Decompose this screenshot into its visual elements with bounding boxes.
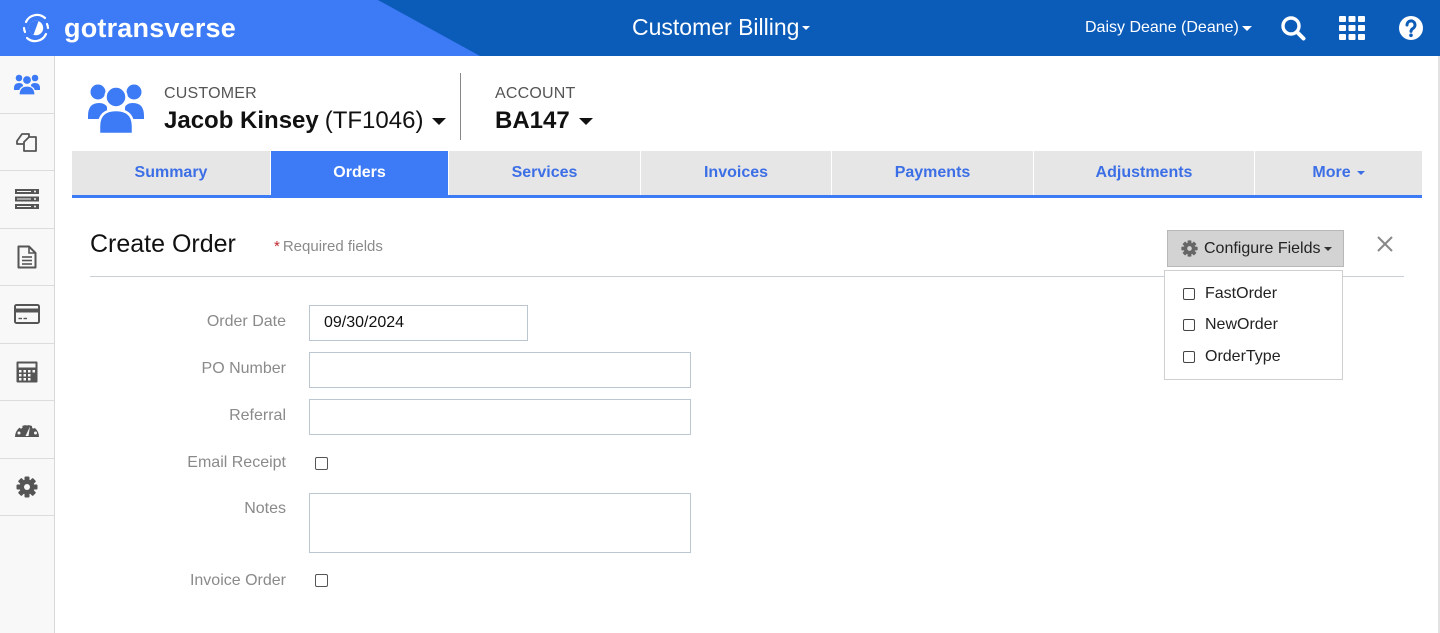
apps-button[interactable] [1338, 14, 1366, 42]
user-name: Daisy Deane (Deane) [1085, 19, 1239, 36]
menu-item-ordertype[interactable]: OrderType [1165, 341, 1342, 373]
gear-icon [16, 476, 38, 498]
gotransverse-logo-icon [22, 13, 50, 43]
tab-adjustments[interactable]: Adjustments [1034, 151, 1255, 195]
notes-textarea[interactable] [309, 493, 691, 553]
sidebar-item-dashboard[interactable] [0, 401, 54, 459]
sidebar [0, 56, 55, 633]
tab-label: Invoices [703, 164, 769, 181]
email-receipt-label: Email Receipt [187, 454, 286, 471]
tab-invoices[interactable]: Invoices [641, 151, 832, 195]
invoice-order-checkbox[interactable] [315, 574, 328, 587]
server-list-icon [15, 189, 39, 210]
notes-label: Notes [244, 500, 286, 517]
tab-services[interactable]: Services [449, 151, 641, 195]
account-selector: ACCOUNT BA147 [495, 85, 593, 135]
credit-card-icon [14, 304, 40, 325]
customer-avatar [88, 82, 144, 139]
account-tabs: Summary Orders Services Invoices Payment… [72, 151, 1422, 198]
order-date-label: Order Date [206, 313, 286, 330]
tab-label: More [1312, 164, 1351, 181]
file-text-icon [17, 245, 37, 269]
dashboard-gauge-icon [15, 422, 39, 438]
caret-down-icon [1356, 171, 1365, 175]
menu-item-label: NewOrder [1205, 316, 1278, 334]
sidebar-item-documents[interactable] [0, 114, 54, 171]
close-button[interactable] [1374, 233, 1396, 255]
top-header: gotransverse Customer Billing Daisy Dean… [0, 0, 1440, 56]
tab-label: Summary [134, 164, 208, 181]
customer-label: CUSTOMER [164, 85, 257, 102]
invoice-order-label: Invoice Order [189, 572, 286, 589]
account-number: BA147 [495, 107, 570, 134]
customer-selector: CUSTOMER Jacob Kinsey (TF1046) [164, 85, 447, 135]
menu-item-label: FastOrder [1205, 284, 1278, 302]
copy-documents-icon [16, 132, 37, 152]
sidebar-item-payments[interactable] [0, 286, 54, 344]
tab-label: Orders [333, 164, 386, 181]
app-title: Customer Billing [632, 14, 800, 40]
tab-label: Payments [894, 164, 971, 181]
caret-down-icon [1241, 25, 1252, 31]
logo[interactable]: gotransverse [18, 10, 236, 46]
required-star: * [274, 238, 280, 255]
help-icon [1399, 16, 1423, 40]
checkbox[interactable] [1183, 350, 1195, 363]
tab-orders[interactable]: Orders [271, 151, 449, 195]
caret-down-icon [1323, 246, 1332, 251]
tab-label: Services [511, 164, 578, 181]
referral-label: Referral [229, 407, 286, 424]
order-date-input[interactable]: 09/30/2024 [309, 305, 528, 341]
search-button[interactable] [1279, 14, 1307, 42]
tab-payments[interactable]: Payments [832, 151, 1034, 195]
required-fields-note: * Required fields [274, 238, 383, 255]
main-content: CUSTOMER Jacob Kinsey (TF1046) ACCOUNT B… [56, 56, 1438, 633]
header-divider [460, 73, 461, 140]
po-number-label: PO Number [201, 360, 286, 377]
logo-wordmark: gotransverse [64, 12, 236, 43]
required-note-text: Required fields [282, 238, 383, 255]
sidebar-item-settings[interactable] [0, 459, 54, 516]
users-icon [14, 74, 40, 96]
menu-item-label: OrderType [1205, 347, 1281, 365]
page-title: Create Order [90, 230, 236, 258]
configure-fields-label: Configure Fields [1204, 239, 1321, 257]
caret-down-icon [578, 117, 593, 125]
checkbox[interactable] [1183, 287, 1195, 300]
user-menu[interactable]: Daisy Deane (Deane) [1085, 19, 1252, 37]
calculator-icon [16, 361, 38, 383]
order-date-value: 09/30/2024 [324, 314, 405, 331]
sidebar-item-invoices[interactable] [0, 229, 54, 286]
configure-fields-menu: FastOrder NewOrder OrderType [1164, 270, 1343, 380]
configure-fields-button[interactable]: Configure Fields [1167, 230, 1344, 267]
users-icon [88, 84, 144, 136]
account-label: ACCOUNT [495, 85, 576, 102]
sidebar-item-services[interactable] [0, 171, 54, 229]
help-button[interactable] [1397, 14, 1425, 42]
email-receipt-checkbox[interactable] [315, 457, 328, 470]
customer-name: Jacob Kinsey [164, 107, 319, 134]
po-number-input[interactable] [309, 352, 691, 388]
search-icon [1281, 16, 1306, 41]
referral-input[interactable] [309, 399, 691, 435]
customer-id: (TF1046) [324, 107, 424, 134]
caret-down-icon [432, 117, 447, 125]
menu-item-neworder[interactable]: NewOrder [1165, 310, 1342, 342]
sidebar-item-calculator[interactable] [0, 344, 54, 401]
checkbox[interactable] [1183, 319, 1195, 332]
apps-grid-icon [1339, 16, 1365, 40]
caret-down-icon [802, 25, 811, 30]
tab-label: Adjustments [1095, 164, 1193, 181]
customer-dropdown[interactable]: Jacob Kinsey (TF1046) [164, 107, 447, 135]
sidebar-item-customers[interactable] [0, 56, 54, 114]
tab-summary[interactable]: Summary [72, 151, 271, 195]
close-icon [1377, 236, 1393, 252]
menu-item-fastorder[interactable]: FastOrder [1165, 278, 1342, 310]
account-dropdown[interactable]: BA147 [495, 107, 593, 135]
tab-more[interactable]: More [1255, 151, 1422, 195]
app-switcher[interactable]: Customer Billing [632, 14, 811, 41]
gear-icon [1181, 240, 1198, 257]
